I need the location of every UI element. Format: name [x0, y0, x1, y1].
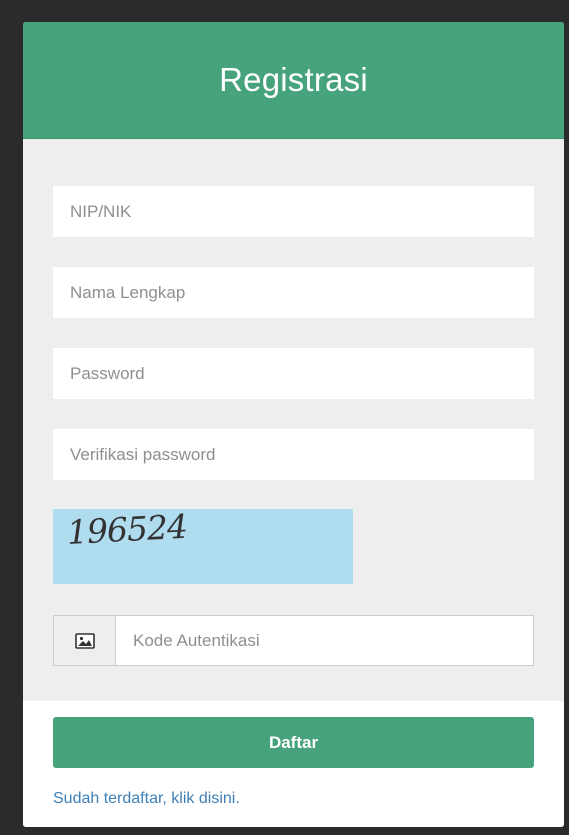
captcha-text: 196524	[65, 506, 188, 552]
page-title: Registrasi	[219, 61, 368, 98]
form-footer: Daftar Sudah terdaftar, klik disini.	[23, 701, 564, 827]
nip-input[interactable]	[53, 186, 534, 237]
full-name-input[interactable]	[53, 267, 534, 318]
card-header: Registrasi	[23, 22, 564, 139]
login-link[interactable]: Sudah terdaftar, klik disini.	[53, 790, 240, 808]
verify-password-input[interactable]	[53, 429, 534, 480]
captcha-image: 196524	[53, 506, 353, 584]
auth-code-group	[53, 615, 534, 666]
auth-code-input[interactable]	[116, 616, 533, 665]
form-body: 196524	[23, 139, 564, 701]
password-input[interactable]	[53, 348, 534, 399]
image-icon	[54, 616, 116, 665]
registration-card: Registrasi 196524 Daftar Sudah terdaftar…	[23, 22, 564, 827]
register-button[interactable]: Daftar	[53, 717, 534, 768]
